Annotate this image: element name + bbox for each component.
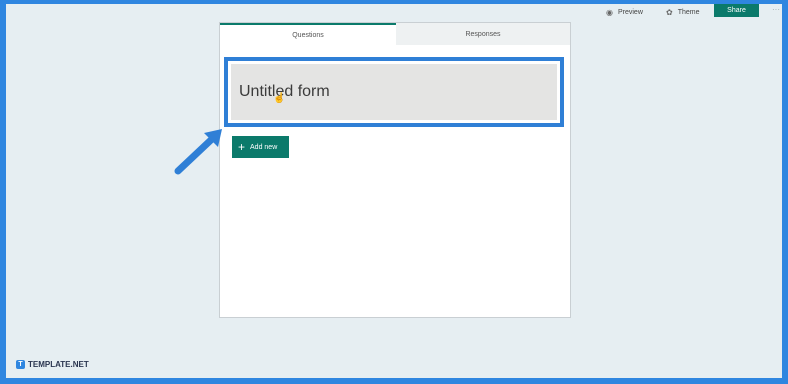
tab-responses[interactable]: Responses (396, 23, 570, 45)
title-highlight-box: Untitled form ☝ (224, 57, 564, 127)
theme-label: Theme (677, 8, 700, 16)
hand-cursor-icon: ☝ (273, 93, 286, 104)
more-icon[interactable]: ··· (772, 5, 780, 14)
add-new-label: Add new (250, 143, 278, 151)
form-panel: Questions Responses Untitled form ☝ + Ad… (219, 22, 571, 318)
tab-questions[interactable]: Questions (220, 23, 396, 45)
preview-label: Preview (617, 8, 643, 16)
app-canvas: ◉ Preview ✿ Theme Share ··· Questions Re… (6, 4, 782, 378)
preview-button[interactable]: ◉ Preview (606, 5, 643, 19)
template-logo: T TEMPLATE.NET (16, 360, 89, 369)
palette-icon: ✿ (666, 7, 673, 17)
theme-button[interactable]: ✿ Theme (666, 5, 700, 19)
plus-icon: + (238, 140, 246, 154)
add-new-button[interactable]: + Add new (232, 136, 289, 158)
template-logo-icon: T (16, 360, 25, 369)
form-title-field[interactable]: Untitled form ☝ (231, 64, 557, 120)
share-button[interactable]: Share (714, 4, 759, 17)
pointer-arrow-icon (174, 129, 222, 175)
template-logo-text: TEMPLATE.NET (28, 360, 89, 369)
eye-icon: ◉ (606, 7, 613, 17)
tab-bar: Questions Responses (220, 23, 570, 45)
